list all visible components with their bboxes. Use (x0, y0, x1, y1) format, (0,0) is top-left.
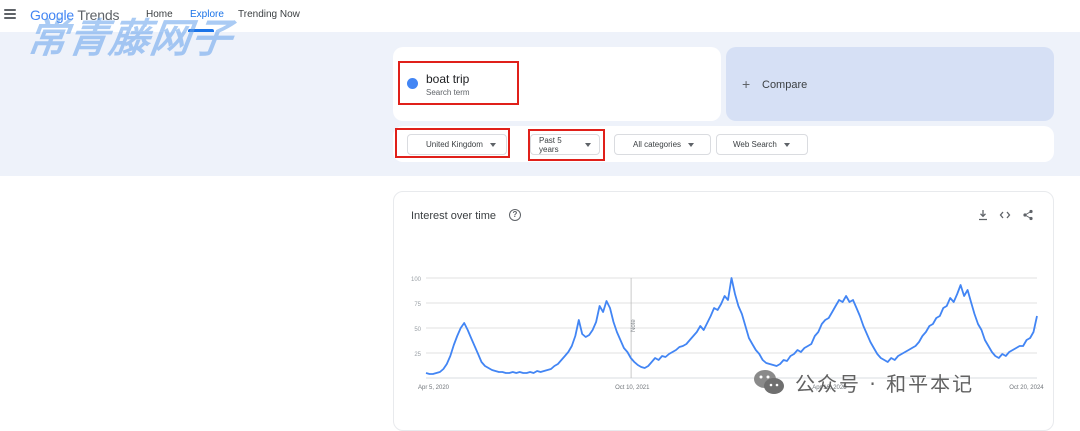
y-tick-label: 50 (414, 327, 421, 333)
hamburger-menu-icon[interactable] (4, 9, 16, 21)
note-annotation-label: Note (631, 319, 637, 332)
y-tick-label: 25 (414, 352, 421, 358)
y-tick-label: 75 (414, 302, 421, 308)
watermark-bottom: 公众号 · 和平本记 (795, 372, 975, 396)
wechat-icon (754, 370, 784, 394)
x-tick-label: Oct 10, 2021 (615, 385, 650, 391)
dropdown-arrow-icon (688, 142, 695, 147)
highlight-box-term (398, 61, 519, 105)
highlight-box-time (528, 129, 605, 161)
category-value: All categories (633, 140, 682, 149)
highlight-box-region (395, 128, 510, 158)
y-tick-label: 100 (411, 277, 422, 283)
plus-icon: + (742, 76, 751, 92)
x-tick-label: Oct 20, 2024 (1009, 385, 1044, 391)
x-tick-label: Apr 5, 2020 (418, 385, 450, 391)
compare-label: Compare (762, 79, 808, 91)
embed-code-icon[interactable] (999, 209, 1011, 221)
compare-card[interactable]: + Compare (726, 47, 1054, 121)
help-icon[interactable]: ? (509, 209, 521, 221)
dropdown-arrow-icon (783, 142, 790, 147)
download-icon[interactable] (977, 209, 989, 221)
search-property-dropdown[interactable]: Web Search (716, 134, 808, 155)
series-line-0 (425, 277, 1038, 375)
category-dropdown[interactable]: All categories (614, 134, 711, 155)
watermark-top: 常青藤网子 (24, 16, 236, 62)
share-icon[interactable] (1022, 209, 1034, 221)
chart-title: Interest over time (411, 210, 496, 222)
nav-trending-now[interactable]: Trending Now (238, 9, 300, 20)
property-value: Web Search (733, 140, 777, 149)
